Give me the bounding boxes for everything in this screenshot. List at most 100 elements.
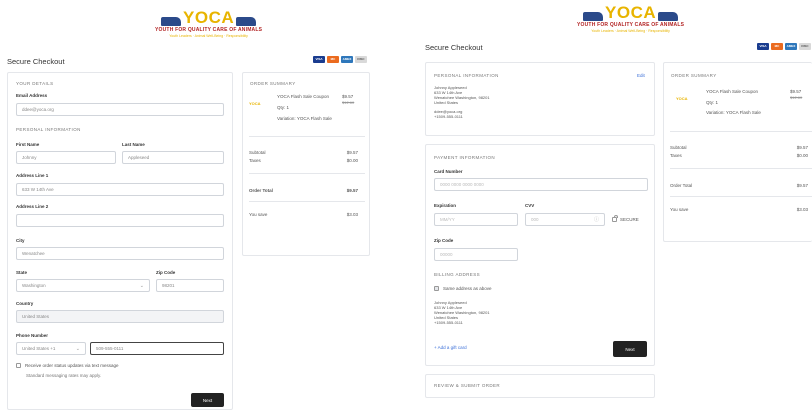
card-number-input[interactable]: 0000 0000 0000 0000 (434, 178, 648, 191)
first-name-field[interactable]: Johnny (16, 151, 116, 164)
payment-brands: VISA MC AMEX DISC (313, 56, 367, 63)
order-total-row: Order Total $9.57 (249, 188, 358, 193)
next-button[interactable]: Next (613, 341, 647, 357)
item-qty: Qty: 1 (706, 100, 719, 105)
subtotal-value: $9.57 (796, 145, 808, 150)
logo-tagline: Youth Leaders · Animal Well-Being · Resp… (591, 29, 670, 33)
address2-field[interactable] (16, 214, 224, 227)
yoca-logo[interactable]: YOCA YOUTH FOR QUALITY CARE OF ANIMALS Y… (577, 3, 684, 33)
cvv-label: CVV (525, 203, 535, 208)
subtotal-row: Subtotal $9.57 (249, 150, 358, 155)
same-address-checkbox[interactable] (434, 286, 439, 291)
sms-label: Receive order status updates via text me… (25, 363, 119, 368)
payment-info-card: PAYMENT INFORMATION Card Number 0000 000… (425, 144, 655, 366)
yoca-logo[interactable]: YOCA YOUTH FOR QUALITY CARE OF ANIMALS Y… (155, 8, 262, 38)
cvv-input[interactable]: 000 ⓘ (525, 213, 605, 226)
divider (670, 196, 812, 197)
item-thumbnail: YOCA (676, 96, 688, 101)
address1-field[interactable]: 633 W 14th Ave (16, 183, 224, 196)
amex-icon: AMEX (785, 43, 797, 50)
section-your-details: YOUR DETAILS (16, 81, 54, 86)
item-price: $9.57 (342, 94, 354, 99)
taxes-row: Taxes $0.00 (670, 153, 808, 158)
subtotal-row: Subtotal $9.57 (670, 145, 808, 150)
personal-info-card: PERSONAL INFORMATION Edit Johnny Applese… (425, 62, 655, 136)
visa-icon: VISA (757, 43, 769, 50)
next-button[interactable]: Next (191, 393, 224, 407)
order-summary-card: ORDER SUMMARY YOCA YOCA Flash Sale Coupo… (663, 62, 812, 242)
zip-input[interactable]: 00000 (434, 248, 518, 261)
lock-icon (612, 215, 618, 222)
you-save-label: You save (249, 212, 268, 217)
sms-checkbox-row[interactable]: Receive order status updates via text me… (16, 363, 119, 368)
order-total-label: Order Total (670, 183, 693, 188)
order-summary-heading: ORDER SUMMARY (671, 73, 717, 78)
subtotal-label: Subtotal (249, 150, 266, 155)
state-select[interactable]: Washington ⌄ (16, 279, 150, 292)
logo-tagline: Youth Leaders · Animal Well-Being · Resp… (169, 34, 248, 38)
city-field[interactable]: Wenatchee (16, 247, 224, 260)
chevron-down-icon: ⌄ (75, 345, 80, 352)
expiration-input[interactable]: MM/YY (434, 213, 518, 226)
item-qty: Qty: 1 (277, 105, 290, 110)
country-select[interactable]: United States (16, 310, 224, 323)
you-save-row: You save $3.03 (249, 212, 358, 217)
animal-silhouette-icon (583, 12, 604, 21)
zip-field[interactable]: 98201 (156, 279, 224, 292)
item-old-price: $12.60 (342, 100, 355, 105)
same-address-row[interactable]: Same address as above (434, 286, 492, 291)
info-icon: ⓘ (593, 217, 599, 223)
order-total-row: Order Total $9.57 (670, 183, 808, 188)
taxes-row: Taxes $0.00 (249, 158, 358, 163)
add-gift-card-link[interactable]: + Add a gift card (434, 345, 467, 350)
item-name: YOCA Flash Sale Coupon (706, 89, 759, 94)
item-price: $9.57 (790, 89, 802, 94)
email-field[interactable]: ddee@yoca.org (16, 103, 224, 116)
you-save-label: You save (670, 207, 689, 212)
sms-checkbox[interactable] (16, 363, 21, 368)
same-address-label: Same address as above (443, 286, 492, 291)
state-label: State (16, 270, 28, 275)
phone-country-value: United States +1 (22, 346, 56, 351)
item-old-price: $12.60 (790, 95, 803, 100)
logo-word: YOCA (183, 8, 235, 27)
review-card[interactable]: REVIEW & SUBMIT ORDER (425, 374, 655, 398)
address-summary: Johnny Appleseed 633 W 14th Ave Wenatche… (434, 85, 490, 105)
order-total-label: Order Total (249, 188, 273, 193)
card-number-label: Card Number (434, 169, 463, 174)
you-save-row: You save $3.03 (670, 207, 808, 212)
logo-word: YOCA (605, 3, 657, 22)
order-total-value: $9.57 (796, 183, 808, 188)
order-summary-card: ORDER SUMMARY YOCA YOCA Flash Sale Coupo… (242, 72, 370, 256)
item-variation: Variation: YOCA Flash Sale (277, 116, 332, 121)
contact-summary: ddee@yoca.org +1509-555-0111 (434, 109, 463, 119)
billing-summary: Johnny Appleseed 633 W 14th Ave Wenatche… (434, 300, 490, 325)
phone-country-select[interactable]: United States +1 ⌄ (16, 342, 86, 355)
edit-link[interactable]: Edit (637, 73, 645, 78)
subtotal-label: Subtotal (670, 145, 687, 150)
address1-label: Address Line 1 (16, 173, 49, 178)
section-personal-info: PERSONAL INFORMATION (16, 127, 81, 132)
secure-label: SECURE (620, 217, 639, 222)
expiration-label: Expiration (434, 203, 457, 208)
last-name-field[interactable]: Appleseed (122, 151, 224, 164)
discover-icon: DISC (799, 43, 811, 50)
item-name: YOCA Flash Sale Coupon (277, 94, 330, 99)
discover-icon: DISC (355, 56, 367, 63)
animal-silhouette-icon (658, 12, 679, 21)
section-payment-info: PAYMENT INFORMATION (434, 155, 496, 160)
taxes-value: $0.00 (796, 153, 808, 158)
section-review-submit: REVIEW & SUBMIT ORDER (434, 383, 501, 388)
country-label: Country (16, 301, 34, 306)
section-billing-address: BILLING ADDRESS (434, 272, 481, 277)
mastercard-icon: MC (327, 56, 339, 63)
order-summary-heading: ORDER SUMMARY (250, 81, 296, 86)
details-card: YOUR DETAILS Email Address ddee@yoca.org… (7, 72, 233, 410)
chevron-down-icon: ⌄ (139, 282, 144, 289)
amex-icon: AMEX (341, 56, 353, 63)
phone-field[interactable]: 509-555-0111 (90, 342, 224, 355)
page-title: Secure Checkout (425, 43, 483, 52)
divider (670, 131, 812, 132)
animal-silhouette-icon (161, 17, 182, 26)
page-title: Secure Checkout (7, 57, 65, 66)
